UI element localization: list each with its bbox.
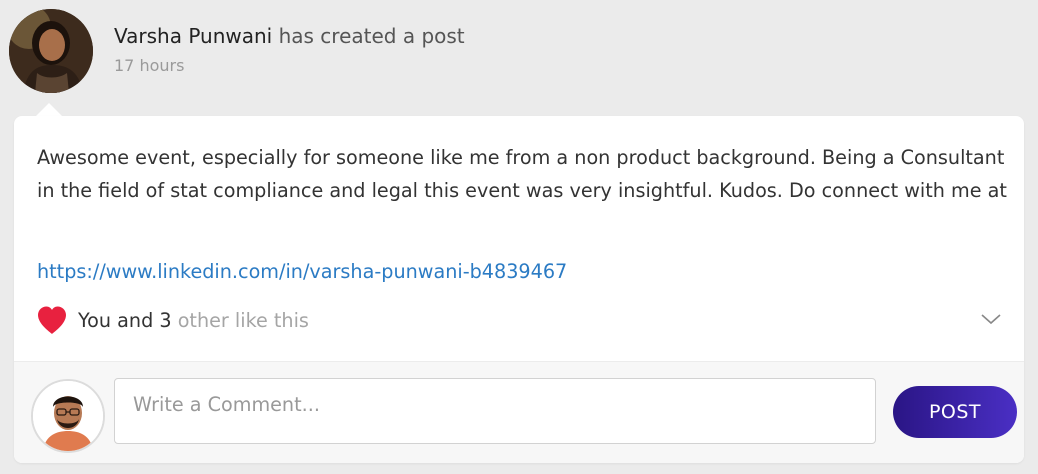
post-header: Varsha Punwani has created a post: [114, 24, 465, 48]
author-avatar[interactable]: [9, 9, 93, 93]
current-user-avatar: [31, 379, 105, 453]
current-user-photo: [33, 381, 103, 451]
post-timestamp: 17 hours: [114, 56, 185, 75]
post-comment-button[interactable]: POST: [893, 386, 1017, 438]
likes-count: You and 3: [78, 309, 172, 332]
post-action-text: has created a post: [278, 24, 465, 48]
author-photo: [9, 9, 93, 93]
post-card: Awesome event, especially for someone li…: [14, 116, 1024, 463]
likes-summary[interactable]: You and 3 other like this: [78, 306, 309, 336]
author-name[interactable]: Varsha Punwani: [114, 24, 272, 48]
chevron-down-icon[interactable]: [980, 311, 1002, 327]
post-link[interactable]: https://www.linkedin.com/in/varsha-punwa…: [37, 257, 567, 287]
heart-icon[interactable]: [36, 305, 68, 335]
card-pointer: [36, 103, 62, 116]
post-body: Awesome event, especially for someone li…: [37, 146, 1007, 202]
comment-input[interactable]: [114, 378, 876, 444]
comment-bar: POST: [14, 362, 1024, 463]
likes-suffix: other like this: [177, 309, 309, 332]
